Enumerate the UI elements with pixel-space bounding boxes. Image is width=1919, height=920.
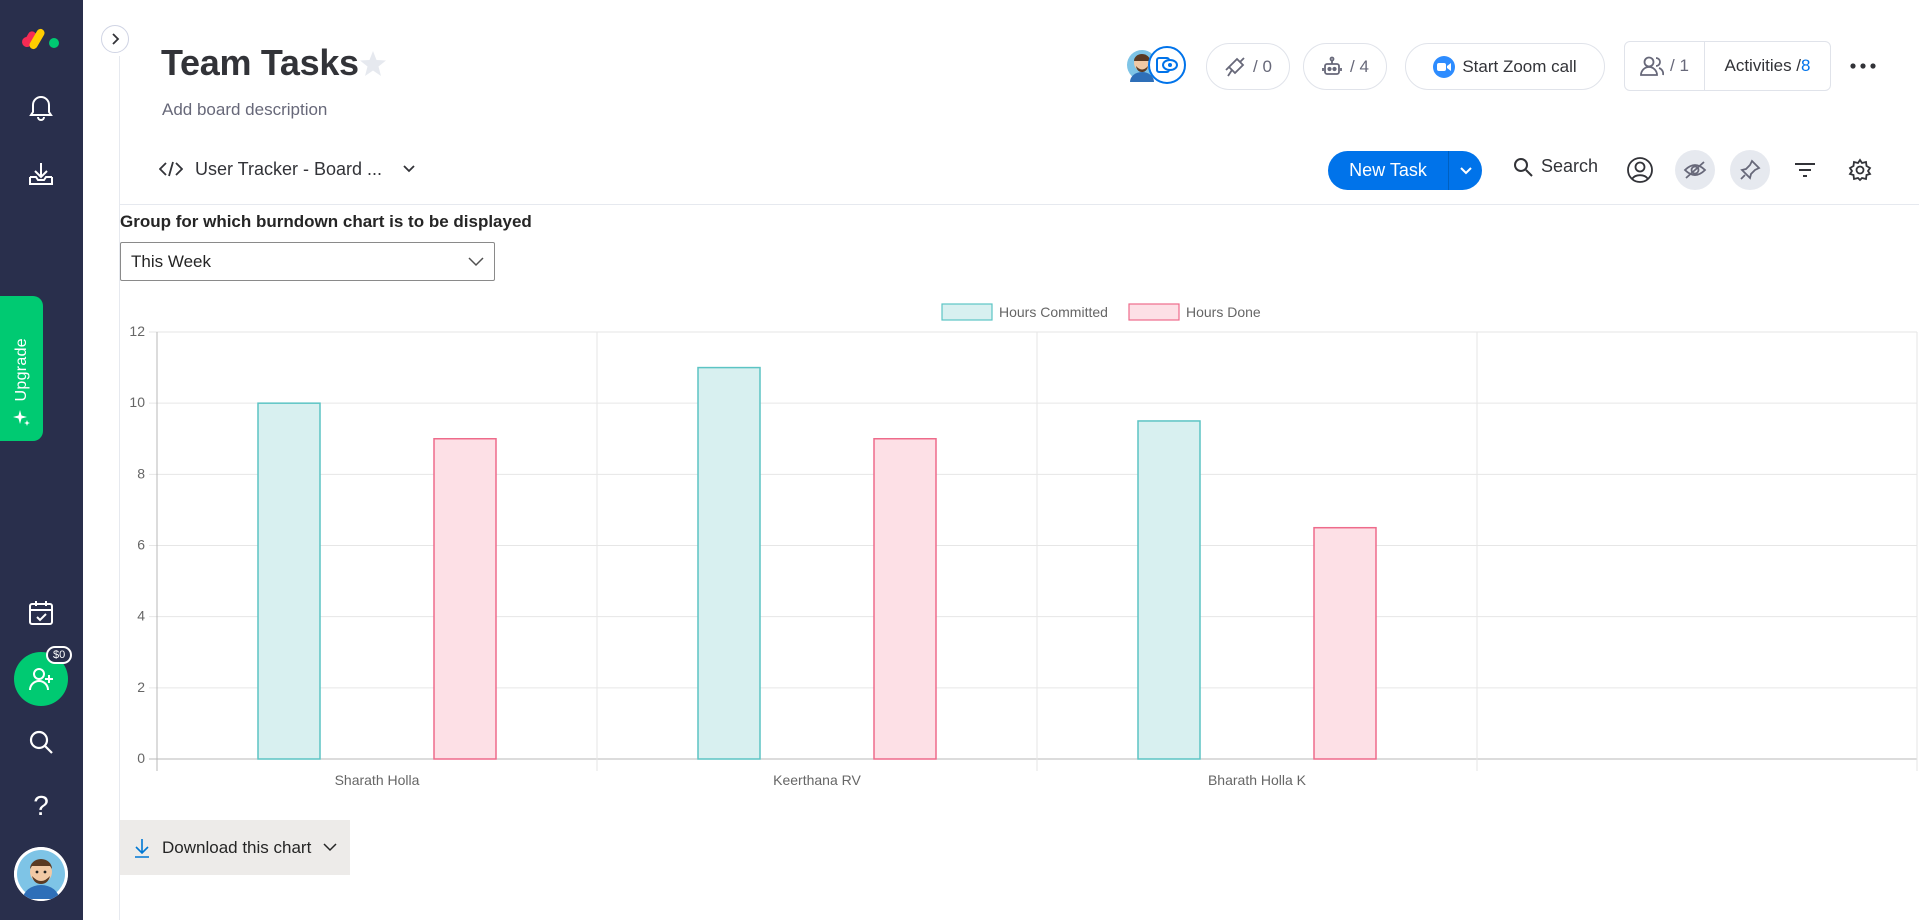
bar-hours-done — [433, 438, 497, 760]
bar-hours-done — [1313, 526, 1377, 760]
y-tick-label: 2 — [137, 679, 145, 695]
y-tick-label: 8 — [137, 465, 145, 481]
upgrade-button[interactable]: Upgrade — [0, 296, 43, 441]
help-icon[interactable]: ? — [24, 789, 58, 823]
bar-hours-done — [873, 438, 937, 760]
search-icon[interactable] — [24, 725, 58, 759]
y-tick-label: 4 — [137, 608, 145, 624]
sparkle-icon — [12, 410, 30, 426]
inbox-download-icon[interactable] — [24, 157, 58, 191]
my-work-calendar-icon[interactable] — [24, 596, 58, 630]
y-tick-label: 6 — [137, 537, 145, 553]
notifications-bell-icon[interactable] — [24, 90, 58, 124]
y-tick-label: 12 — [129, 323, 145, 339]
add-user-icon — [29, 668, 53, 691]
download-icon — [135, 838, 149, 858]
x-tick-label: Sharath Holla — [335, 772, 420, 788]
download-label: Download this chart — [162, 837, 312, 857]
legend-swatch — [1128, 303, 1180, 321]
upgrade-label: Upgrade — [12, 337, 30, 401]
y-tick-label: 0 — [137, 750, 145, 766]
bar-hours-committed — [697, 366, 761, 760]
y-tick-label: 10 — [129, 394, 145, 410]
invite-credit-badge: $0 — [46, 646, 73, 664]
user-avatar[interactable] — [14, 847, 68, 901]
invite-members-button[interactable]: $0 — [14, 646, 73, 706]
download-chart-button[interactable]: Download this chart — [120, 820, 350, 875]
x-tick-label: Keerthana RV — [773, 772, 861, 788]
legend-label: Hours Committed — [999, 304, 1108, 320]
legend-swatch — [941, 303, 993, 321]
legend-label: Hours Done — [1186, 304, 1261, 320]
chevron-down-icon — [323, 843, 337, 852]
burndown-bar-chart: 0 2 4 6 8 10 12 Sharath Holla Keerthana RV Bharat… — [129, 303, 1918, 788]
left-nav-rail: Upgrade $0 ? — [0, 0, 83, 920]
bar-hours-committed — [257, 402, 321, 760]
bar-hours-committed — [1137, 420, 1201, 760]
monday-logo[interactable] — [20, 26, 64, 50]
board-main: Team Tasks Add board description / 0 / 4… — [83, 0, 1919, 920]
x-tick-label: Bharath Holla K — [1208, 772, 1307, 788]
